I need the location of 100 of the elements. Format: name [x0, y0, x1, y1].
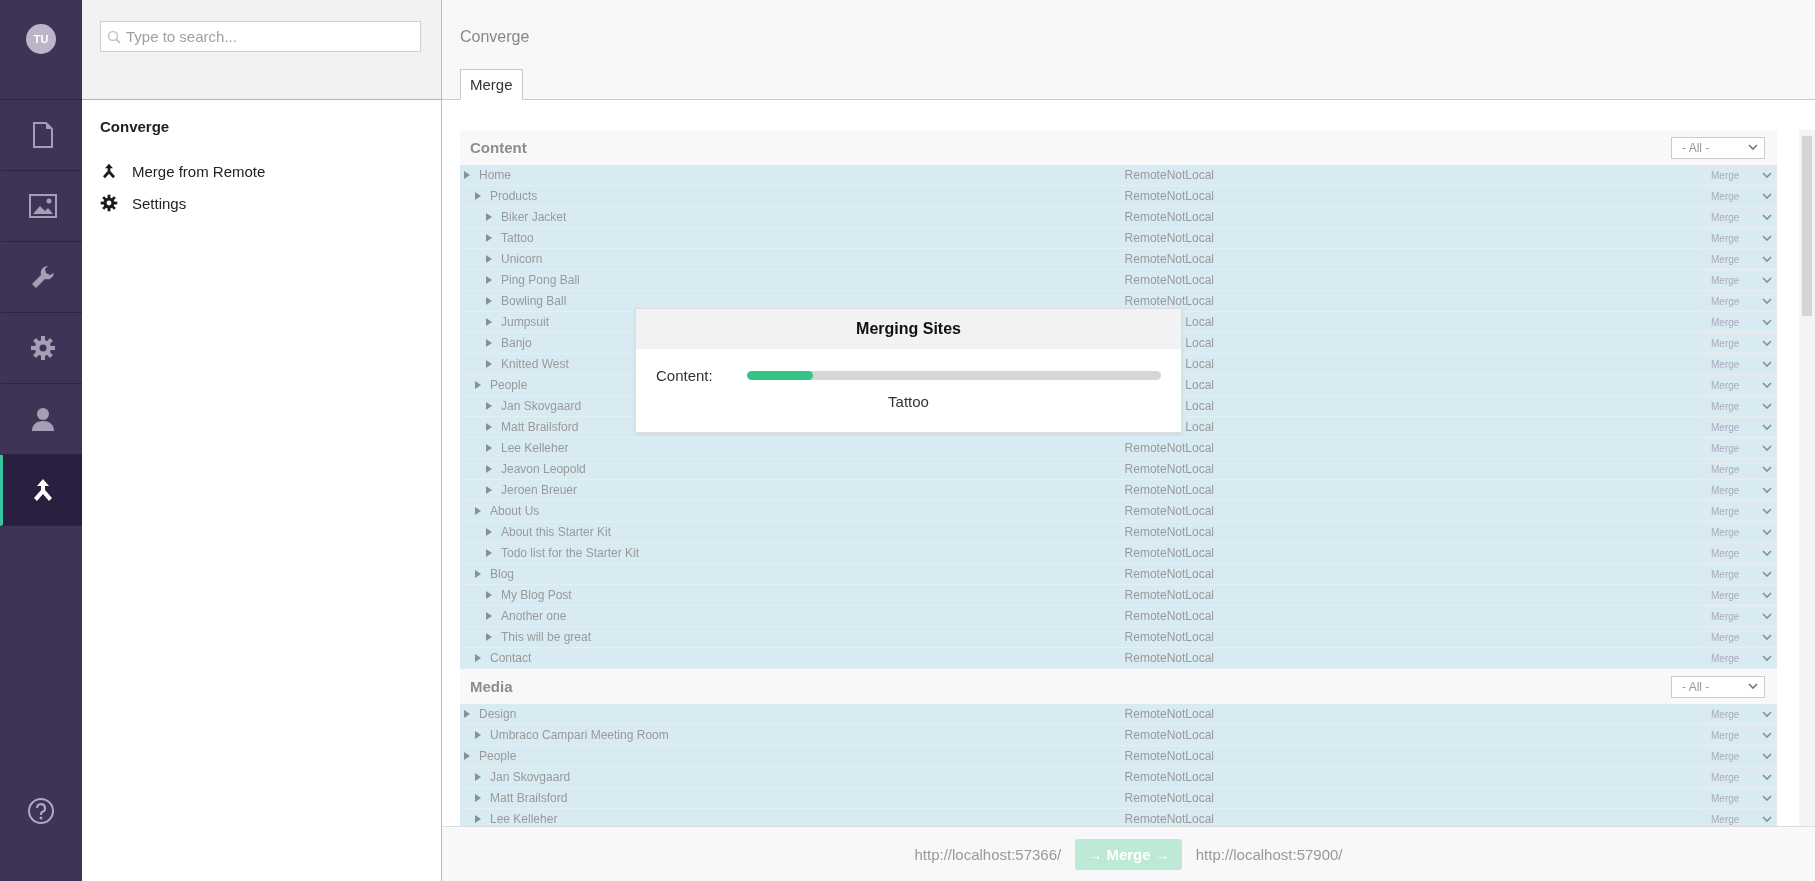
expand-arrow-icon[interactable] [464, 710, 470, 718]
action-dropdown[interactable]: Merge [1700, 585, 1777, 605]
status-text: RemoteNotLocal [1124, 546, 1214, 560]
action-dropdown[interactable]: Merge [1700, 725, 1777, 745]
action-dropdown[interactable]: Merge [1700, 396, 1777, 416]
action-dropdown[interactable]: Merge [1700, 809, 1777, 826]
expand-arrow-icon[interactable] [486, 444, 492, 452]
action-dropdown[interactable]: Merge [1700, 788, 1777, 808]
action-dropdown[interactable]: Merge [1700, 480, 1777, 500]
user-avatar[interactable]: TU [26, 24, 56, 54]
action-dropdown[interactable]: Merge [1700, 543, 1777, 563]
expand-arrow-icon[interactable] [475, 507, 481, 515]
status-text: RemoteNotLocal [1124, 588, 1214, 602]
action-dropdown[interactable]: Merge [1700, 333, 1777, 353]
search-field[interactable]: Type to search... [100, 21, 421, 52]
expand-arrow-icon[interactable] [475, 815, 481, 823]
action-dropdown[interactable]: Merge [1700, 186, 1777, 206]
action-dropdown[interactable]: Merge [1700, 627, 1777, 647]
tree-menu-item[interactable]: Merge from Remote [100, 155, 423, 187]
section-title: Converge [100, 118, 171, 135]
status-text: RemoteNotLocal [1124, 210, 1214, 224]
status-text: RemoteNotLocal [1124, 791, 1214, 805]
chevron-icon [1762, 710, 1772, 718]
expand-arrow-icon[interactable] [486, 339, 492, 347]
node-name: Jeavon Leopold [501, 462, 586, 476]
merge-section-button[interactable] [0, 455, 82, 526]
expand-arrow-icon[interactable] [475, 654, 481, 662]
expand-arrow-icon[interactable] [486, 612, 492, 620]
action-dropdown[interactable]: Merge [1700, 522, 1777, 542]
expand-arrow-icon[interactable] [486, 423, 492, 431]
node-name: Unicorn [501, 252, 543, 266]
expand-arrow-icon[interactable] [486, 234, 492, 242]
action-dropdown[interactable]: Merge [1700, 354, 1777, 374]
node-name: Ping Pong Ball [501, 273, 580, 287]
node-name: This will be great [501, 630, 592, 644]
tab[interactable]: Merge [460, 69, 523, 100]
node-name: Knitted West [501, 357, 569, 371]
filter-dropdown[interactable]: - All - [1671, 136, 1765, 159]
expand-arrow-icon[interactable] [475, 731, 481, 739]
action-dropdown[interactable]: Merge [1700, 438, 1777, 458]
help-icon[interactable] [27, 797, 55, 825]
action-dropdown[interactable]: Merge [1700, 767, 1777, 787]
action-dropdown[interactable]: Merge [1700, 564, 1777, 584]
chevron-icon [1762, 752, 1772, 760]
action-dropdown[interactable]: Merge [1700, 459, 1777, 479]
action-dropdown[interactable]: Merge [1700, 746, 1777, 766]
action-dropdown[interactable]: Merge [1700, 165, 1777, 185]
status-text: RemoteNotLocal [1124, 651, 1214, 665]
status-text: RemoteNotLocal [1124, 189, 1214, 203]
tree-menu-item[interactable]: Settings [100, 187, 423, 219]
chevron-icon [1762, 465, 1772, 473]
action-dropdown[interactable]: Merge [1700, 228, 1777, 248]
action-dropdown[interactable]: Merge [1700, 270, 1777, 290]
source-url: http://localhost:57366/ [914, 845, 1062, 863]
action-dropdown[interactable]: Merge [1700, 606, 1777, 626]
expand-arrow-icon[interactable] [486, 213, 492, 221]
expand-arrow-icon[interactable] [486, 528, 492, 536]
merge-icon [31, 478, 54, 502]
scrollbar[interactable] [1799, 130, 1815, 826]
expand-arrow-icon[interactable] [486, 360, 492, 368]
expand-arrow-icon[interactable] [486, 255, 492, 263]
expand-arrow-icon[interactable] [475, 794, 481, 802]
expand-arrow-icon[interactable] [464, 752, 470, 760]
action-dropdown[interactable]: Merge [1700, 417, 1777, 437]
node-name: Jan Skovgaard [501, 399, 582, 413]
action-dropdown[interactable]: Merge [1700, 291, 1777, 311]
expand-arrow-icon[interactable] [486, 549, 492, 557]
action-dropdown[interactable]: Merge [1700, 207, 1777, 227]
action-dropdown[interactable]: Merge [1700, 375, 1777, 395]
expand-arrow-icon[interactable] [475, 192, 481, 200]
expand-arrow-icon[interactable] [475, 570, 481, 578]
expand-arrow-icon[interactable] [475, 773, 481, 781]
action-dropdown[interactable]: Merge [1700, 501, 1777, 521]
chevron-icon [1762, 549, 1772, 557]
expand-arrow-icon[interactable] [486, 486, 492, 494]
chevron-icon [1762, 423, 1772, 431]
action-dropdown[interactable]: Merge [1700, 704, 1777, 724]
action-dropdown[interactable]: Merge [1700, 249, 1777, 269]
expand-arrow-icon[interactable] [486, 591, 492, 599]
node-name: Products [490, 189, 538, 203]
dialog-title: Merging Sites [856, 320, 961, 338]
chevron-icon [1762, 339, 1772, 347]
expand-arrow-icon[interactable] [486, 276, 492, 284]
expand-arrow-icon[interactable] [486, 318, 492, 326]
expand-arrow-icon[interactable] [486, 465, 492, 473]
expand-arrow-icon[interactable] [464, 171, 470, 179]
filter-dropdown[interactable]: - All - [1671, 675, 1765, 698]
node-name: Lee Kelleher [490, 812, 558, 826]
expand-arrow-icon[interactable] [486, 633, 492, 641]
action-dropdown[interactable]: Merge [1700, 648, 1777, 668]
person-icon [29, 406, 56, 432]
image-icon [28, 194, 57, 218]
expand-arrow-icon[interactable] [486, 297, 492, 305]
status-text: RemoteNotLocal [1124, 504, 1214, 518]
progress-label: Content: [656, 367, 714, 384]
search-icon [107, 30, 121, 44]
chevron-icon [1762, 360, 1772, 368]
expand-arrow-icon[interactable] [486, 402, 492, 410]
expand-arrow-icon[interactable] [475, 381, 481, 389]
action-dropdown[interactable]: Merge [1700, 312, 1777, 332]
